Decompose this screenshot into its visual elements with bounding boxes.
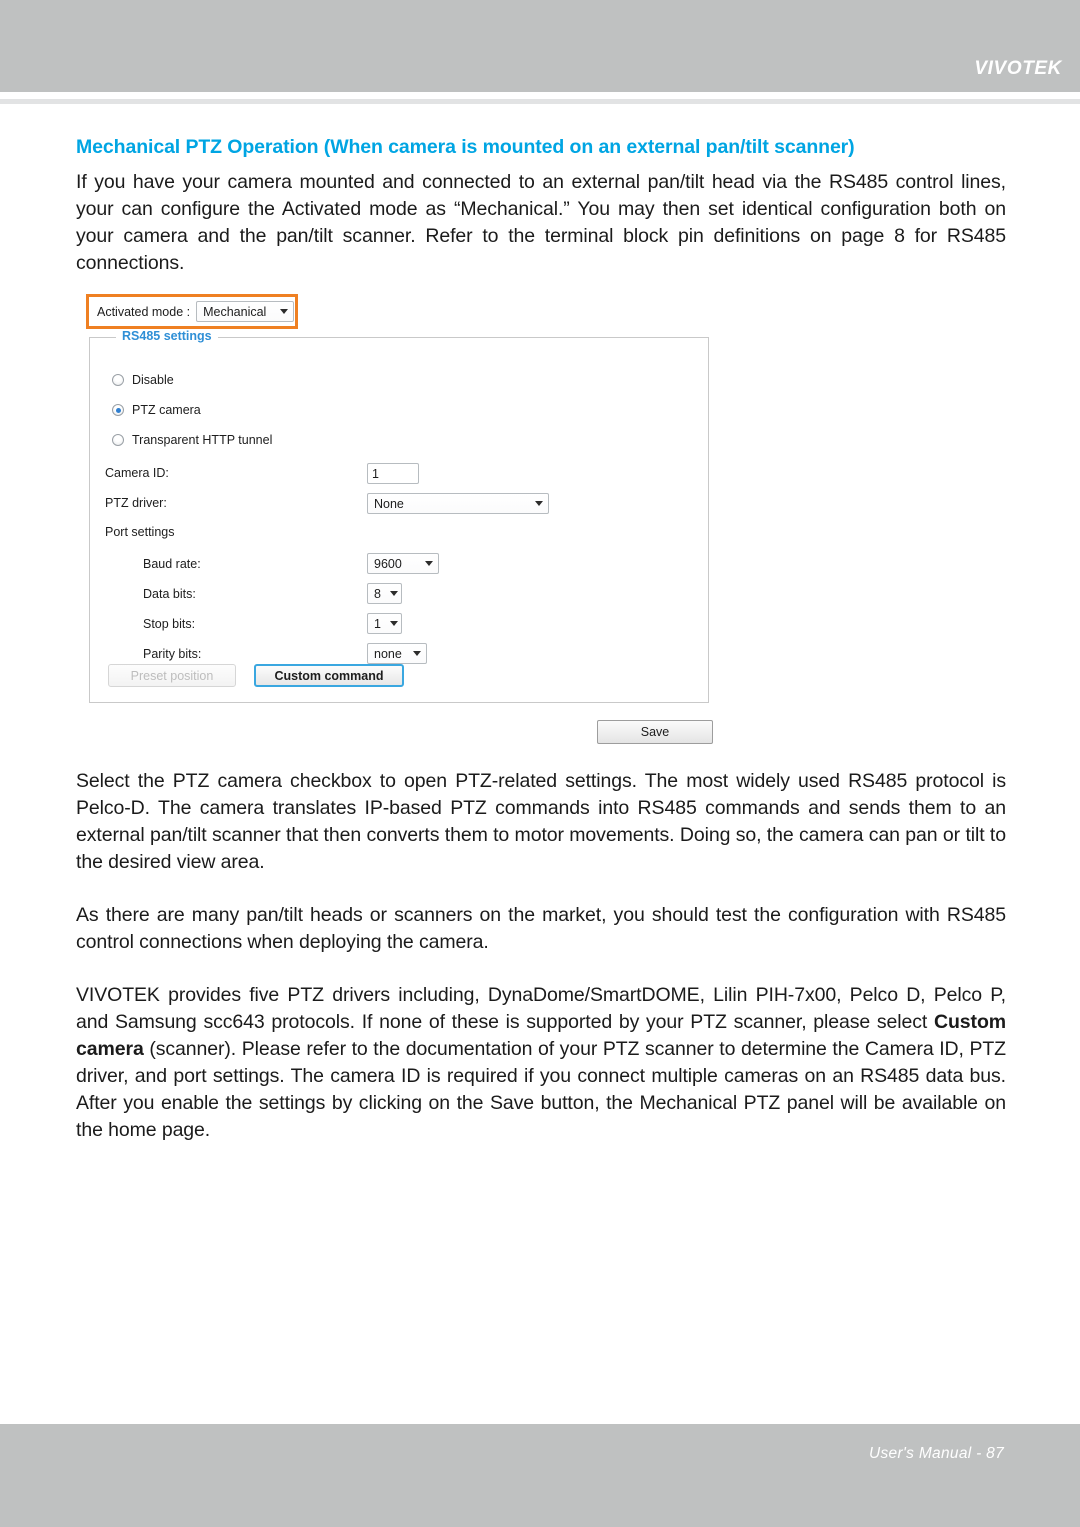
camera-id-label: Camera ID: bbox=[105, 466, 169, 480]
paragraph-select-ptz: Select the PTZ camera checkbox to open P… bbox=[76, 770, 1006, 873]
chevron-down-icon bbox=[280, 309, 289, 314]
panel-button-group: Preset position Custom command bbox=[108, 664, 404, 687]
baud-rate-label-text: Baud rate: bbox=[143, 557, 201, 571]
page-header: VIVOTEK bbox=[0, 0, 1080, 92]
paragraph-pan-tilt-heads: As there are many pan/tilt heads or scan… bbox=[76, 904, 1006, 953]
camera-id-label-text: Camera ID: bbox=[105, 466, 169, 480]
chevron-down-icon bbox=[389, 621, 398, 626]
ptz-driver-value: None bbox=[374, 496, 404, 511]
page-footer: User's Manual - 87 bbox=[0, 1424, 1080, 1527]
page-title: Mechanical PTZ Operation (When camera is… bbox=[76, 136, 855, 158]
footer-page-label: User's Manual - 87 bbox=[869, 1445, 1004, 1462]
vivotek-logo: VIVOTEK bbox=[974, 58, 1062, 79]
radio-option-ptz-camera[interactable]: PTZ camera bbox=[112, 403, 201, 417]
paragraph-drivers-part2: (scanner). Please refer to the documenta… bbox=[76, 1038, 1006, 1141]
baud-rate-label: Baud rate: bbox=[143, 557, 201, 571]
activated-mode-value: Mechanical bbox=[203, 304, 267, 319]
save-button[interactable]: Save bbox=[597, 720, 713, 744]
parity-bits-select[interactable]: none bbox=[367, 643, 427, 664]
radio-option-disable[interactable]: Disable bbox=[112, 373, 174, 387]
data-bits-value: 8 bbox=[374, 586, 381, 601]
port-settings-heading-text: Port settings bbox=[105, 525, 175, 539]
port-settings-heading: Port settings bbox=[105, 525, 174, 539]
save-button-wrap: Save bbox=[597, 720, 713, 744]
custom-command-button[interactable]: Custom command bbox=[254, 664, 404, 687]
data-bits-label: Data bits: bbox=[143, 587, 196, 601]
data-bits-select[interactable]: 8 bbox=[367, 583, 402, 604]
parity-bits-value: none bbox=[374, 646, 402, 661]
ptz-driver-label: PTZ driver: bbox=[105, 496, 167, 510]
camera-id-input[interactable] bbox=[367, 463, 419, 484]
activated-mode-label: Activated mode : bbox=[97, 304, 191, 319]
data-bits-field-wrap: 8 bbox=[367, 583, 402, 604]
baud-rate-select[interactable]: 9600 bbox=[367, 553, 439, 574]
paragraph-drivers: VIVOTEK provides five PTZ drivers includ… bbox=[76, 982, 1006, 1144]
rs485-settings-screenshot: Activated mode : Mechanical RS485 settin… bbox=[86, 294, 726, 749]
chevron-down-icon bbox=[425, 561, 433, 566]
baud-rate-field-wrap: 9600 bbox=[367, 553, 439, 574]
parity-bits-label: Parity bits: bbox=[143, 647, 201, 661]
radio-icon-selected bbox=[112, 404, 124, 416]
parity-bits-field-wrap: none bbox=[367, 643, 427, 664]
chevron-down-icon bbox=[389, 591, 398, 596]
rs485-settings-fieldset: RS485 settings Disable PTZ camera Transp… bbox=[89, 329, 709, 703]
data-bits-label-text: Data bits: bbox=[143, 587, 196, 601]
ptz-driver-label-text: PTZ driver: bbox=[105, 496, 167, 510]
camera-id-field-wrap bbox=[367, 463, 419, 484]
radio-label-ptz-camera: PTZ camera bbox=[132, 403, 201, 417]
stop-bits-label-text: Stop bits: bbox=[143, 617, 196, 631]
chevron-down-icon bbox=[413, 651, 421, 656]
radio-icon bbox=[112, 374, 124, 386]
page-content: Mechanical PTZ Operation (When camera is… bbox=[76, 134, 1006, 303]
ptz-driver-select[interactable]: None bbox=[367, 493, 549, 514]
stop-bits-field-wrap: 1 bbox=[367, 613, 402, 634]
baud-rate-value: 9600 bbox=[374, 556, 402, 571]
stop-bits-select[interactable]: 1 bbox=[367, 613, 402, 634]
radio-option-http-tunnel[interactable]: Transparent HTTP tunnel bbox=[112, 433, 272, 447]
stop-bits-value: 1 bbox=[374, 616, 381, 631]
radio-icon bbox=[112, 434, 124, 446]
radio-label-http-tunnel: Transparent HTTP tunnel bbox=[132, 433, 273, 447]
fieldset-legend: RS485 settings bbox=[116, 329, 218, 343]
chevron-down-icon bbox=[535, 501, 543, 506]
activated-mode-callout: Activated mode : Mechanical bbox=[86, 294, 298, 329]
paragraph-intro: If you have your camera mounted and conn… bbox=[76, 171, 1006, 274]
paragraph-drivers-part1: VIVOTEK provides five PTZ drivers includ… bbox=[76, 984, 1006, 1033]
radio-label-disable: Disable bbox=[132, 373, 174, 387]
ptz-driver-field-wrap: None bbox=[367, 493, 549, 514]
preset-position-button[interactable]: Preset position bbox=[108, 664, 236, 687]
header-divider bbox=[0, 99, 1080, 104]
activated-mode-select[interactable]: Mechanical bbox=[196, 301, 295, 322]
parity-bits-label-text: Parity bits: bbox=[143, 647, 202, 661]
page-content-lower: Select the PTZ camera checkbox to open P… bbox=[76, 768, 1006, 1170]
stop-bits-label: Stop bits: bbox=[143, 617, 195, 631]
